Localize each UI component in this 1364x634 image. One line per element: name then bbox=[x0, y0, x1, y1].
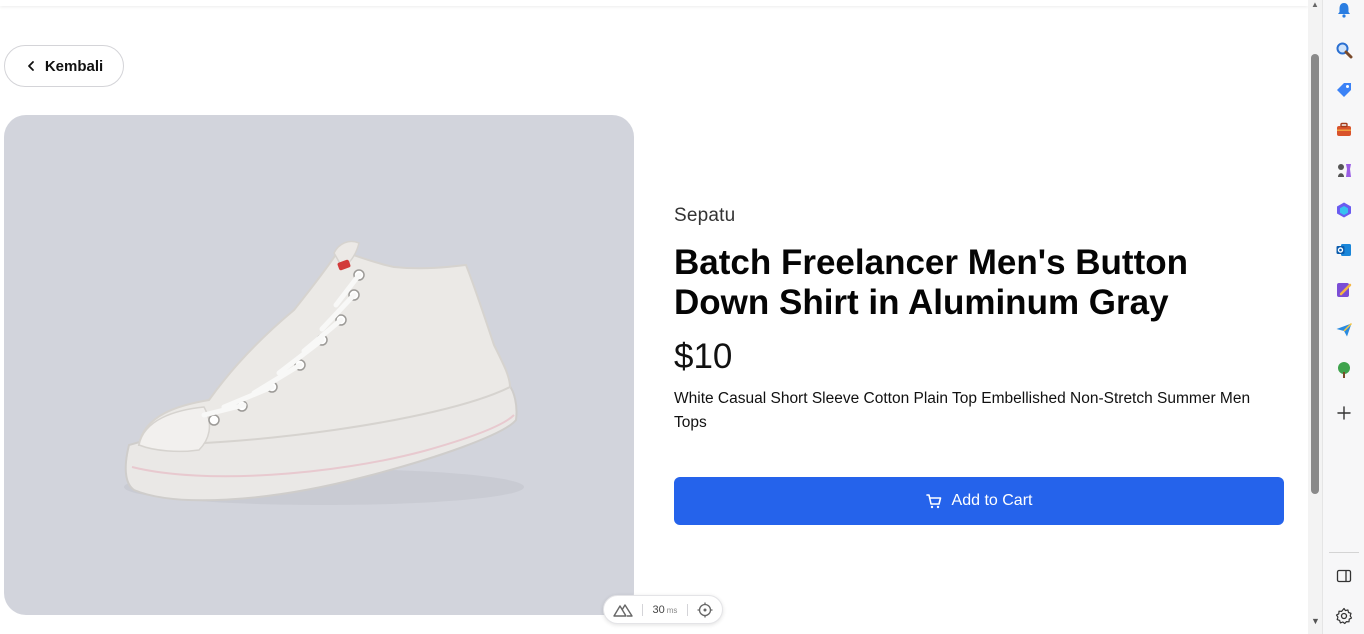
add-to-cart-button[interactable]: Add to Cart bbox=[674, 477, 1284, 525]
dev-toolbar[interactable]: 30 ms bbox=[603, 595, 723, 624]
product-title: Batch Freelancer Men's Button Down Shirt… bbox=[674, 243, 1188, 322]
scrollbar-thumb[interactable] bbox=[1311, 54, 1319, 494]
send-icon[interactable] bbox=[1334, 320, 1354, 340]
render-timing: 30 ms bbox=[653, 604, 678, 616]
nuxt-logo-icon[interactable] bbox=[613, 603, 633, 617]
chevron-left-icon bbox=[27, 61, 34, 71]
divider bbox=[686, 603, 688, 616]
browser-sidebar bbox=[1322, 0, 1364, 634]
divider bbox=[642, 603, 644, 616]
add-to-cart-label: Add to Cart bbox=[951, 492, 1033, 509]
settings-icon[interactable] bbox=[1334, 606, 1354, 626]
outlook-icon[interactable] bbox=[1334, 240, 1354, 260]
sneaker-illustration bbox=[124, 240, 524, 505]
product-description: White Casual Short Sleeve Cotton Plain T… bbox=[674, 390, 1251, 431]
tag-icon[interactable] bbox=[1334, 80, 1354, 100]
back-button[interactable]: Kembali bbox=[4, 45, 124, 87]
scroll-down-icon[interactable]: ▼ bbox=[1311, 616, 1320, 626]
page-content: Kembali Sepatu Batch Freelancer Men's Bu… bbox=[0, 0, 1308, 634]
briefcase-icon[interactable] bbox=[1334, 120, 1354, 140]
copilot-icon[interactable] bbox=[1334, 200, 1354, 220]
back-button-label: Kembali bbox=[44, 57, 104, 75]
sidebar-divider bbox=[1329, 552, 1359, 553]
cart-icon bbox=[925, 494, 941, 509]
split-view-icon[interactable] bbox=[1334, 566, 1354, 586]
add-icon[interactable] bbox=[1334, 403, 1354, 423]
search-icon[interactable] bbox=[1334, 40, 1354, 60]
product-category: Sepatu bbox=[674, 205, 736, 226]
header-strip bbox=[0, 0, 1308, 6]
tree-icon[interactable] bbox=[1334, 360, 1354, 380]
product-price: $10 bbox=[674, 337, 733, 376]
timing-value: 30 bbox=[652, 603, 665, 616]
timing-unit: ms bbox=[666, 605, 678, 615]
chess-icon[interactable] bbox=[1334, 160, 1354, 180]
scrollbar[interactable]: ▲ ▼ bbox=[1308, 0, 1322, 634]
designer-icon[interactable] bbox=[1334, 280, 1354, 300]
crosshair-icon[interactable] bbox=[697, 602, 713, 618]
scroll-up-icon[interactable]: ▲ bbox=[1311, 0, 1319, 9]
product-info: Sepatu Batch Freelancer Men's Button Dow… bbox=[674, 205, 1284, 435]
bell-icon[interactable] bbox=[1334, 0, 1354, 20]
product-image bbox=[4, 115, 634, 615]
